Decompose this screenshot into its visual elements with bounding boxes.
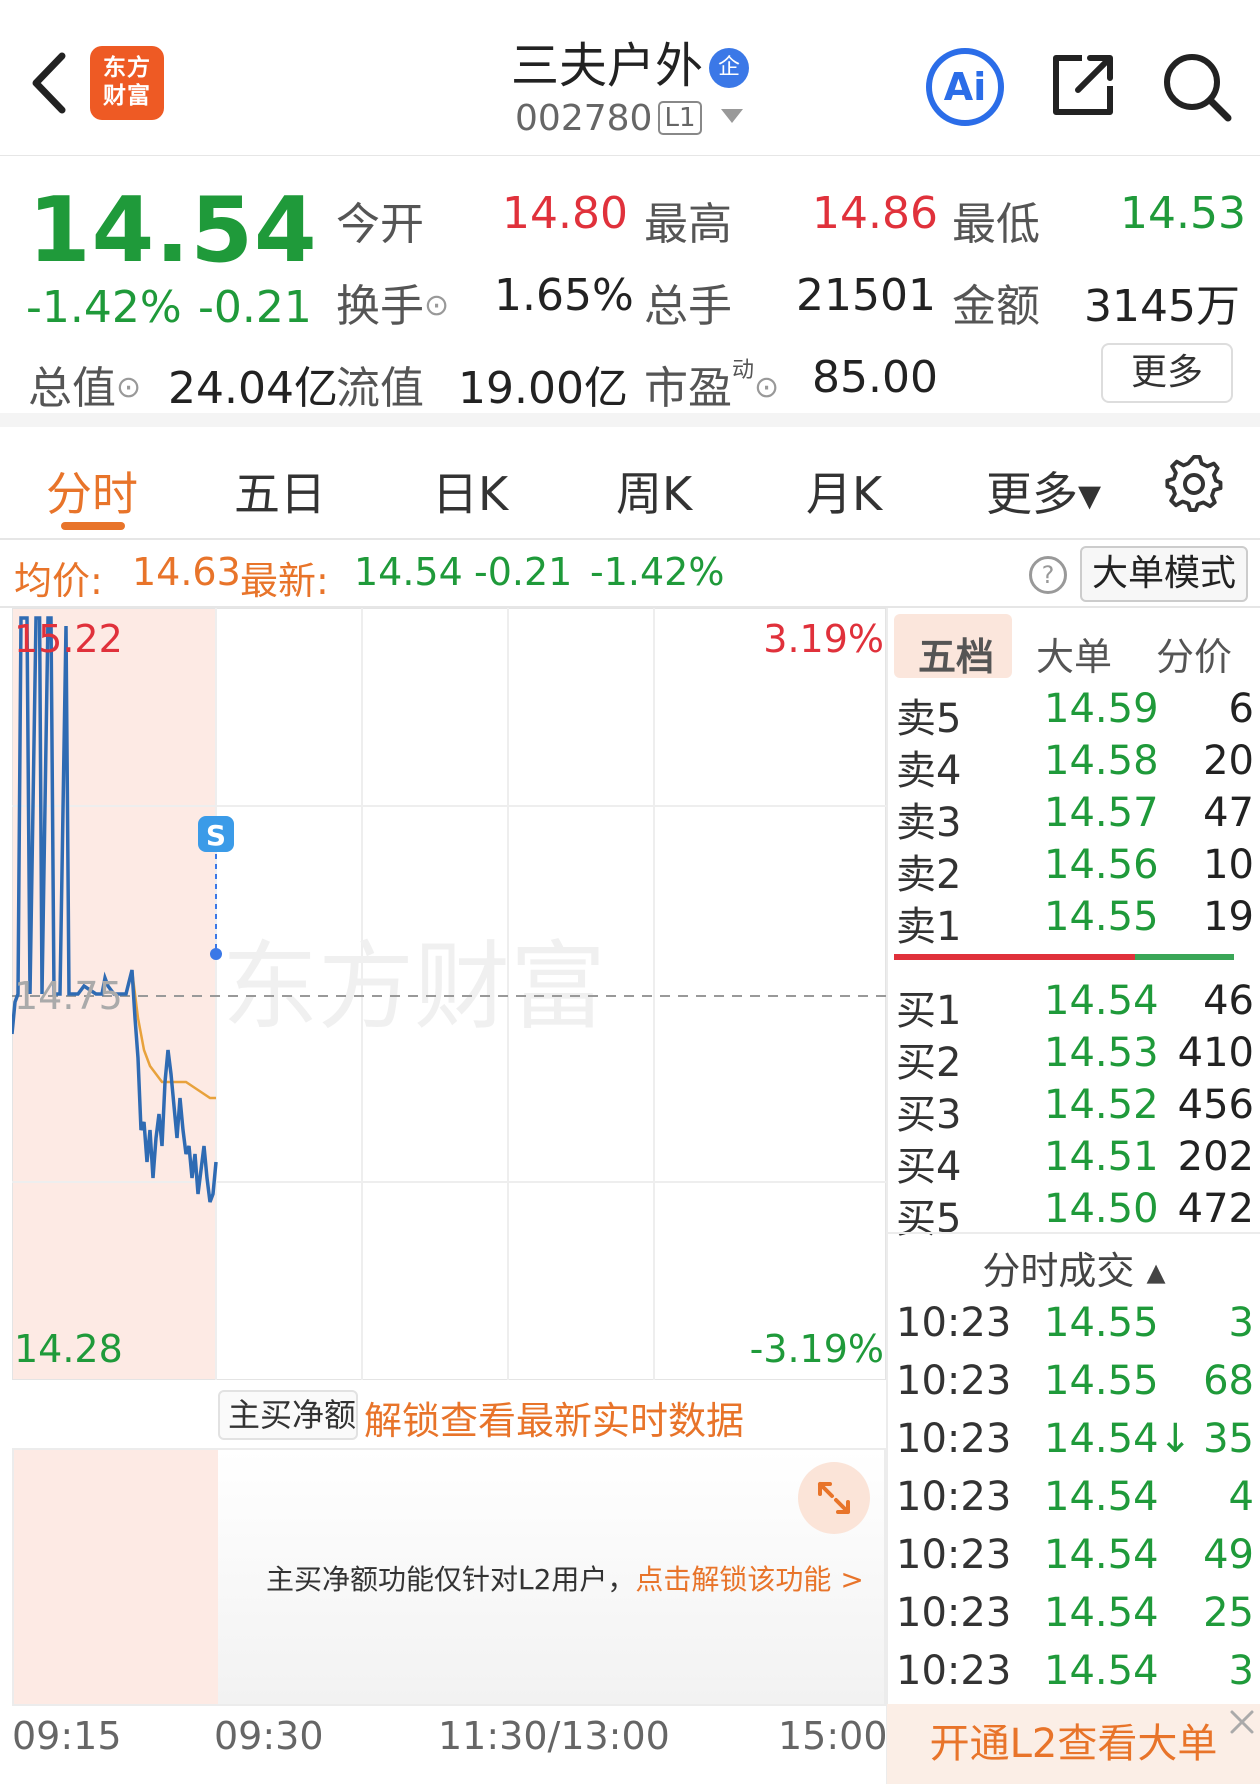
amount-value: 3145万 <box>1084 281 1240 332</box>
netflow-desc: 主买净额功能仅针对L2用户，点击解锁该功能 > <box>266 1563 864 1596</box>
help-icon[interactable]: ? <box>1029 556 1067 594</box>
pe-value: 85.00 <box>812 352 938 403</box>
pct-top-label: 3.19% <box>763 617 884 661</box>
settings-button[interactable] <box>1164 454 1224 514</box>
low-value: 14.53 <box>1120 188 1246 239</box>
turnover-value: 1.65% <box>494 270 634 321</box>
avg-price-value: 14.63 <box>132 550 241 594</box>
buy-sell-ratio-bar <box>894 954 1234 960</box>
expand-icon <box>818 1482 850 1514</box>
tick-row: 10:23 14.54 3 <box>896 1648 1254 1694</box>
buy-row-1[interactable]: 买1 14.54 46 <box>896 978 1254 1034</box>
buy-row-2[interactable]: 买2 14.53 410 <box>896 1030 1254 1086</box>
low-label: 最低 <box>952 199 1040 250</box>
netflow-premarket-zone <box>14 1450 218 1704</box>
tab-five-day[interactable]: 五日 <box>234 458 326 524</box>
open-label: 今开 <box>336 199 424 250</box>
share-icon <box>1053 55 1113 115</box>
orderbook-separator <box>888 1232 1260 1234</box>
volume-label: 总手 <box>644 281 732 332</box>
tick-row: 10:23 14.54↓ 35 <box>896 1416 1254 1462</box>
open-l2-button[interactable]: 开通L2查看大单 <box>887 1704 1260 1784</box>
buy-row-3[interactable]: 买3 14.52 456 <box>896 1082 1254 1138</box>
tab-more[interactable]: 更多▾ <box>986 458 1101 524</box>
x-axis-label: 11:30/13:00 <box>438 1714 670 1758</box>
close-icon <box>1230 1710 1254 1734</box>
y-bottom-label: 14.28 <box>14 1327 123 1371</box>
float-cap-value: 19.00亿 <box>458 363 628 414</box>
s-marker-label: S <box>206 819 226 852</box>
sell-ratio-fill <box>894 954 1136 960</box>
search-button[interactable] <box>1160 50 1234 124</box>
current-price: 14.54 <box>28 178 318 283</box>
netflow-selector[interactable]: 主买净额▼ <box>218 1390 358 1473</box>
unlock-feature-link[interactable]: 点击解锁该功能 > <box>635 1563 863 1596</box>
info-icon: ⊙ <box>424 288 450 323</box>
caret-down-icon <box>720 109 743 123</box>
total-cap-value: 24.04亿 <box>168 363 338 414</box>
close-l2-banner-button[interactable] <box>1224 1704 1260 1740</box>
sell-row-1[interactable]: 卖1 14.55 19 <box>896 894 1254 950</box>
big-order-mode-button[interactable]: 大单模式 <box>1080 546 1248 602</box>
active-tab-indicator <box>61 522 125 530</box>
expand-button[interactable] <box>798 1462 870 1534</box>
tick-row: 10:23 14.55 3 <box>896 1300 1254 1346</box>
volume-value: 21501 <box>796 270 936 321</box>
chart-watermark: 东方财富 <box>222 931 606 1043</box>
orderbook-divider <box>886 608 888 1784</box>
tab-five-levels-label: 五档 <box>918 635 995 679</box>
ticks-title[interactable]: 分时成交 ▴ <box>888 1240 1260 1295</box>
sell-row-5[interactable]: 卖5 14.59 6 <box>896 686 1254 742</box>
x-axis-label: 09:15 <box>12 1714 122 1758</box>
latest-price-value: 14.54 <box>354 550 463 594</box>
turnover-label[interactable]: 换手⊙ <box>336 270 449 334</box>
avg-price-label: 均价: <box>14 559 103 603</box>
tab-big-orders[interactable]: 大单 <box>1036 626 1112 681</box>
gear-icon <box>1165 454 1223 512</box>
tick-row: 10:23 14.54 49 <box>896 1532 1254 1578</box>
more-quote-button[interactable]: 更多 <box>1101 343 1233 403</box>
high-label: 最高 <box>644 199 732 250</box>
tick-row: 10:23 14.54 4 <box>896 1474 1254 1520</box>
marker-point <box>210 948 222 960</box>
y-top-label: 15.22 <box>14 617 123 661</box>
pct-bottom-label: -3.19% <box>750 1327 884 1371</box>
change-pct: -1.42% <box>26 282 182 333</box>
tick-row: 10:23 14.54 25 <box>896 1590 1254 1636</box>
latest-price-label: 最新: <box>240 559 329 603</box>
open-value: 14.80 <box>502 188 628 239</box>
enterprise-badge-icon: 企 <box>709 48 749 88</box>
share-button[interactable] <box>1048 50 1118 120</box>
total-cap-label[interactable]: 总值⊙ <box>28 352 141 416</box>
pe-label[interactable]: 市盈动⊙ <box>644 352 779 416</box>
intraday-chart[interactable]: 东方财富 S 15.22 14.75 14.28 3.19% -3.19% <box>12 608 886 1380</box>
change-value: -0.21 <box>198 282 312 333</box>
float-cap-label: 流值 <box>336 363 424 414</box>
amount-label: 金额 <box>952 281 1040 332</box>
sell-row-4[interactable]: 卖4 14.58 20 <box>896 738 1254 794</box>
ai-button[interactable]: Ai <box>926 48 1004 126</box>
tab-daily-k[interactable]: 日K <box>432 458 508 524</box>
latest-change-pct: -1.42% <box>590 550 725 594</box>
latest-change: -0.21 <box>474 550 573 594</box>
x-axis-label: 15:00 <box>778 1714 888 1758</box>
sell-row-2[interactable]: 卖2 14.56 10 <box>896 842 1254 898</box>
x-axis-label: 09:30 <box>214 1714 324 1758</box>
search-icon <box>1164 54 1232 122</box>
info-icon: ⊙ <box>754 370 780 405</box>
buy-row-4[interactable]: 买4 14.51 202 <box>896 1134 1254 1190</box>
tick-row: 10:23 14.55 68 <box>896 1358 1254 1404</box>
buy-row-5[interactable]: 买5 14.50 472 <box>896 1186 1254 1242</box>
tab-weekly-k[interactable]: 周K <box>616 458 692 524</box>
y-mid-label: 14.75 <box>14 974 123 1018</box>
level-badge: L1 <box>658 101 702 135</box>
info-icon: ⊙ <box>116 370 142 405</box>
tab-monthly-k[interactable]: 月K <box>806 458 882 524</box>
unlock-realtime-link[interactable]: 解锁查看最新实时数据 <box>364 1390 744 1445</box>
tab-price-distribution[interactable]: 分价 <box>1156 626 1232 681</box>
tab-intraday[interactable]: 分时 <box>46 458 138 524</box>
high-value: 14.86 <box>812 188 938 239</box>
sell-row-3[interactable]: 卖3 14.57 47 <box>896 790 1254 846</box>
